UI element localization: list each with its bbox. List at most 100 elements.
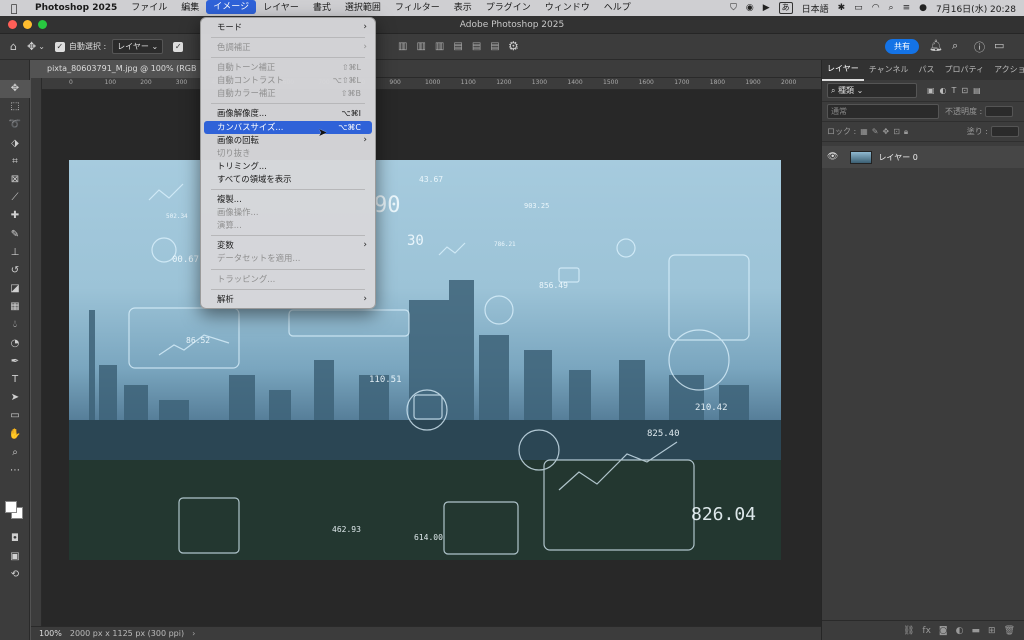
layer-style-icon[interactable]: fx xyxy=(922,626,931,636)
image-menu-item[interactable]: 画像の回転 › xyxy=(201,134,375,147)
clone-stamp-tool-icon[interactable]: ⊥ xyxy=(0,244,30,262)
adjustment-layer-icon[interactable]: ◐ xyxy=(956,626,964,636)
image-menu-item[interactable]: 複製... xyxy=(201,193,375,206)
crop-tool-icon[interactable]: ⌗ xyxy=(0,153,30,171)
object-select-tool-icon[interactable]: ⬗ xyxy=(0,135,30,153)
align-right-icon[interactable]: ▥ xyxy=(435,41,444,52)
fill-field[interactable] xyxy=(991,126,1019,137)
eraser-tool-icon[interactable]: ◪ xyxy=(0,280,30,298)
ime-badge[interactable]: あ xyxy=(778,2,793,14)
menubar-item[interactable]: ヘルプ xyxy=(597,0,638,16)
document-dimensions[interactable]: 2000 px x 1125 px (300 ppi) xyxy=(70,629,184,638)
align-center-icon[interactable]: ▥ xyxy=(416,41,425,52)
image-menu-item[interactable]: 解析 › xyxy=(201,293,375,306)
marquee-tool-icon[interactable]: ⬚ xyxy=(0,98,30,116)
home-icon[interactable]: ⌂ xyxy=(10,40,17,53)
menubar-item[interactable]: プラグイン xyxy=(479,0,538,16)
history-brush-tool-icon[interactable]: ↺ xyxy=(0,262,30,280)
transform-controls-checkbox[interactable]: ✓ xyxy=(173,41,184,52)
layer-filter-icons[interactable]: ▣◐T⊡▤ xyxy=(927,86,986,95)
zoom-tool-icon[interactable]: ⌕ xyxy=(0,444,30,462)
align-bottom-icon[interactable]: ▤ xyxy=(490,41,499,52)
link-layers-icon[interactable]: ⛓ xyxy=(903,626,914,636)
menubar-item[interactable]: ウィンドウ xyxy=(538,0,597,16)
menubar-item[interactable]: 書式 xyxy=(306,0,338,16)
menubar-item[interactable]: レイヤー xyxy=(256,0,306,16)
layer-row[interactable]: 👁︎ レイヤー 0 xyxy=(822,146,1024,168)
more-tools-icon[interactable]: ⋯ xyxy=(0,462,30,480)
new-group-icon[interactable]: ▬ xyxy=(972,626,981,636)
frame-tool-icon[interactable]: ⊠ xyxy=(0,171,30,189)
auto-select-target-select[interactable]: レイヤー ⌄ xyxy=(112,39,164,54)
gradient-tool-icon[interactable]: ▦ xyxy=(0,298,30,316)
eyedropper-tool-icon[interactable]: ⟋ xyxy=(0,189,30,207)
panel-tab[interactable]: プロパティ xyxy=(940,60,990,80)
menubar-item[interactable]: 編集 xyxy=(174,0,206,16)
move-tool-icon[interactable]: ✥ xyxy=(0,80,30,99)
image-menu-item[interactable]: カンバスサイズ... ⌥⌘C xyxy=(204,120,372,134)
wifi-icon[interactable]: ◠ xyxy=(872,3,880,13)
menubar-item[interactable]: イメージ xyxy=(206,0,257,14)
search-icon[interactable]: ⌕ xyxy=(952,39,958,53)
bell-icon[interactable]: 🔔︎ xyxy=(929,39,943,52)
panel-tab[interactable]: アクショ xyxy=(989,60,1024,80)
quick-mask-icon[interactable]: ◘ xyxy=(0,530,30,548)
image-menu-item[interactable]: すべての領域を表示 xyxy=(201,173,375,186)
clock[interactable]: 7月16日(水) 20:28 xyxy=(936,2,1016,15)
panel-tab[interactable]: パス xyxy=(914,60,940,80)
menubar-item[interactable]: ファイル xyxy=(124,0,174,16)
document-image[interactable]: 43.67 90 903.25 30 786.21 502.34 00.67 8… xyxy=(69,160,781,560)
play-icon[interactable]: ▶ xyxy=(763,3,770,13)
layer-name[interactable]: レイヤー 0 xyxy=(878,152,917,163)
battery-icon[interactable]: ▭ xyxy=(854,3,863,13)
status-chevron-icon[interactable]: › xyxy=(192,629,195,638)
image-menu-item[interactable]: 画像解像度... ⌥⌘I xyxy=(201,107,375,120)
horizontal-ruler[interactable]: 0100200300400500600700800900100011001200… xyxy=(42,78,821,90)
generative-icon[interactable]: ⟲ xyxy=(0,566,30,584)
workspace-icon[interactable]: ▭ xyxy=(994,39,1004,52)
help-icon[interactable]: ⓘ xyxy=(974,39,985,55)
auto-select-checkbox[interactable]: ✓ xyxy=(54,41,65,52)
menubar-item[interactable]: 表示 xyxy=(447,0,479,16)
panel-tab[interactable]: チャンネル xyxy=(864,60,914,80)
menubar-item[interactable]: 選択範囲 xyxy=(338,0,388,16)
control-center-icon[interactable]: ≡ xyxy=(903,3,911,13)
add-mask-icon[interactable]: ◙ xyxy=(939,626,948,636)
align-top-icon[interactable]: ▤ xyxy=(453,41,462,52)
image-menu-item[interactable]: トリミング... xyxy=(201,160,375,173)
zoom-level[interactable]: 100% xyxy=(31,629,70,638)
dodge-tool-icon[interactable]: ◔ xyxy=(0,335,30,353)
brush-tool-icon[interactable]: ✎ xyxy=(0,226,30,244)
menubar-item[interactable]: Photoshop 2025 xyxy=(28,0,124,16)
lock-icons[interactable]: ▦✎✥⊡🔒︎ xyxy=(860,127,912,137)
trash-icon[interactable]: 🗑︎ xyxy=(1004,626,1015,636)
pen-tool-icon[interactable]: ✒ xyxy=(0,353,30,371)
share-button[interactable]: 共有 xyxy=(885,39,919,54)
gear-icon[interactable]: ⚙ xyxy=(508,39,519,53)
healing-brush-tool-icon[interactable]: ✚ xyxy=(0,207,30,225)
image-menu-item[interactable]: 変数 › xyxy=(201,239,375,252)
opacity-field[interactable] xyxy=(985,106,1014,117)
menubar-item[interactable]: フィルター xyxy=(388,0,447,16)
siri-icon[interactable]: ● xyxy=(919,3,927,13)
align-left-icon[interactable]: ▥ xyxy=(398,41,407,52)
foreground-color-swatch[interactable] xyxy=(5,501,17,513)
blur-tool-icon[interactable]: 💧︎ xyxy=(0,316,30,334)
shield-icon[interactable]: ⛉ xyxy=(730,3,737,13)
line-app-icon[interactable]: ◉ xyxy=(746,3,754,13)
move-tool-icon[interactable]: ✥ xyxy=(27,40,36,53)
hand-tool-icon[interactable]: ✋ xyxy=(0,426,30,444)
screen-mode-icon[interactable]: ▣ xyxy=(0,548,30,566)
layer-filter-select[interactable]: ⌕ 種類 ⌄ xyxy=(827,83,917,98)
blend-mode-select[interactable]: 通常 xyxy=(827,104,939,119)
rectangle-tool-icon[interactable]: ▭ xyxy=(0,407,30,425)
search-icon[interactable]: ⌕ xyxy=(889,3,894,13)
bluetooth-icon[interactable]: ✱ xyxy=(838,3,846,13)
image-menu-item[interactable]: モード › xyxy=(201,21,375,34)
eye-icon[interactable]: 👁︎ xyxy=(827,152,838,162)
lasso-tool-icon[interactable]: ➰ xyxy=(0,116,30,134)
document-tab[interactable]: pixta_80603791_M.jpg @ 100% (RGB xyxy=(31,60,207,78)
align-middle-icon[interactable]: ▤ xyxy=(472,41,481,52)
type-tool-icon[interactable]: T xyxy=(0,371,30,389)
tool-preset-chevron-icon[interactable]: ⌄ xyxy=(38,42,45,51)
